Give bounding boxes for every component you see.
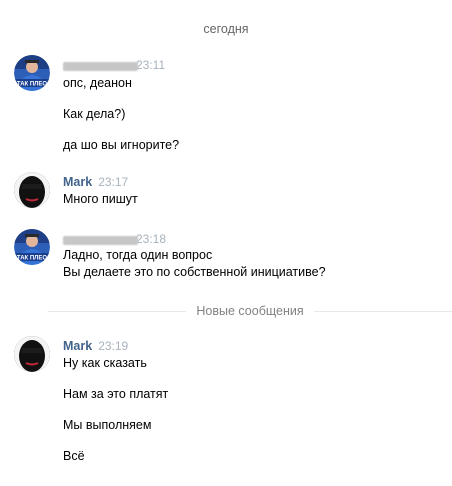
separator-line [313,310,452,312]
chat-history: сегодня ТАК ПЛЕО 23:11 опс, деанон Как д… [0,0,452,486]
user-avatar-image [14,172,50,208]
author-name-redacted[interactable] [63,235,138,245]
author-name[interactable]: Mark [63,339,92,353]
user-avatar-image: ТАК ПЛЕО [14,55,50,91]
message-text: опс, деанон [63,76,132,90]
message-header: Mark 23:19 [63,339,128,353]
message-text: Вы делаете это по собственной инициативе… [63,265,326,279]
message-text: Нам за это платят [63,387,169,401]
message-time[interactable]: 23:18 [136,232,166,246]
author-name-redacted[interactable] [63,61,138,71]
avatar-caption: ТАК ПЛЕО [17,256,47,262]
user-avatar-image: ТАК ПЛЕО [14,229,50,265]
message-text: Ладно, тогда один вопрос [63,248,213,262]
date-separator: сегодня [203,22,249,36]
avatar[interactable] [14,172,50,208]
new-messages-label: Новые сообщения [196,304,304,318]
message-text: Много пишут [63,192,138,206]
message-header: 23:11 [63,58,165,72]
avatar-caption: ТАК ПЛЕО [17,82,47,88]
message-header: Mark 23:17 [63,175,128,189]
message-header: 23:18 [63,232,166,246]
avatar[interactable]: ТАК ПЛЕО [14,229,50,265]
message-text: Ну как сказать [63,356,147,370]
message-text: Всё [63,449,85,463]
avatar[interactable]: ТАК ПЛЕО [14,55,50,91]
avatar[interactable] [14,336,50,372]
message-time[interactable]: 23:11 [136,58,165,72]
message-text: Мы выполняем [63,418,152,432]
new-messages-separator: Новые сообщения [48,303,452,319]
user-avatar-image [14,336,50,372]
separator-line [48,310,187,312]
author-name[interactable]: Mark [63,175,92,189]
message-text: Как дела?) [63,107,126,121]
message-time[interactable]: 23:17 [98,175,128,189]
message-time[interactable]: 23:19 [98,339,128,353]
message-text: да шо вы игнорите? [63,138,180,152]
